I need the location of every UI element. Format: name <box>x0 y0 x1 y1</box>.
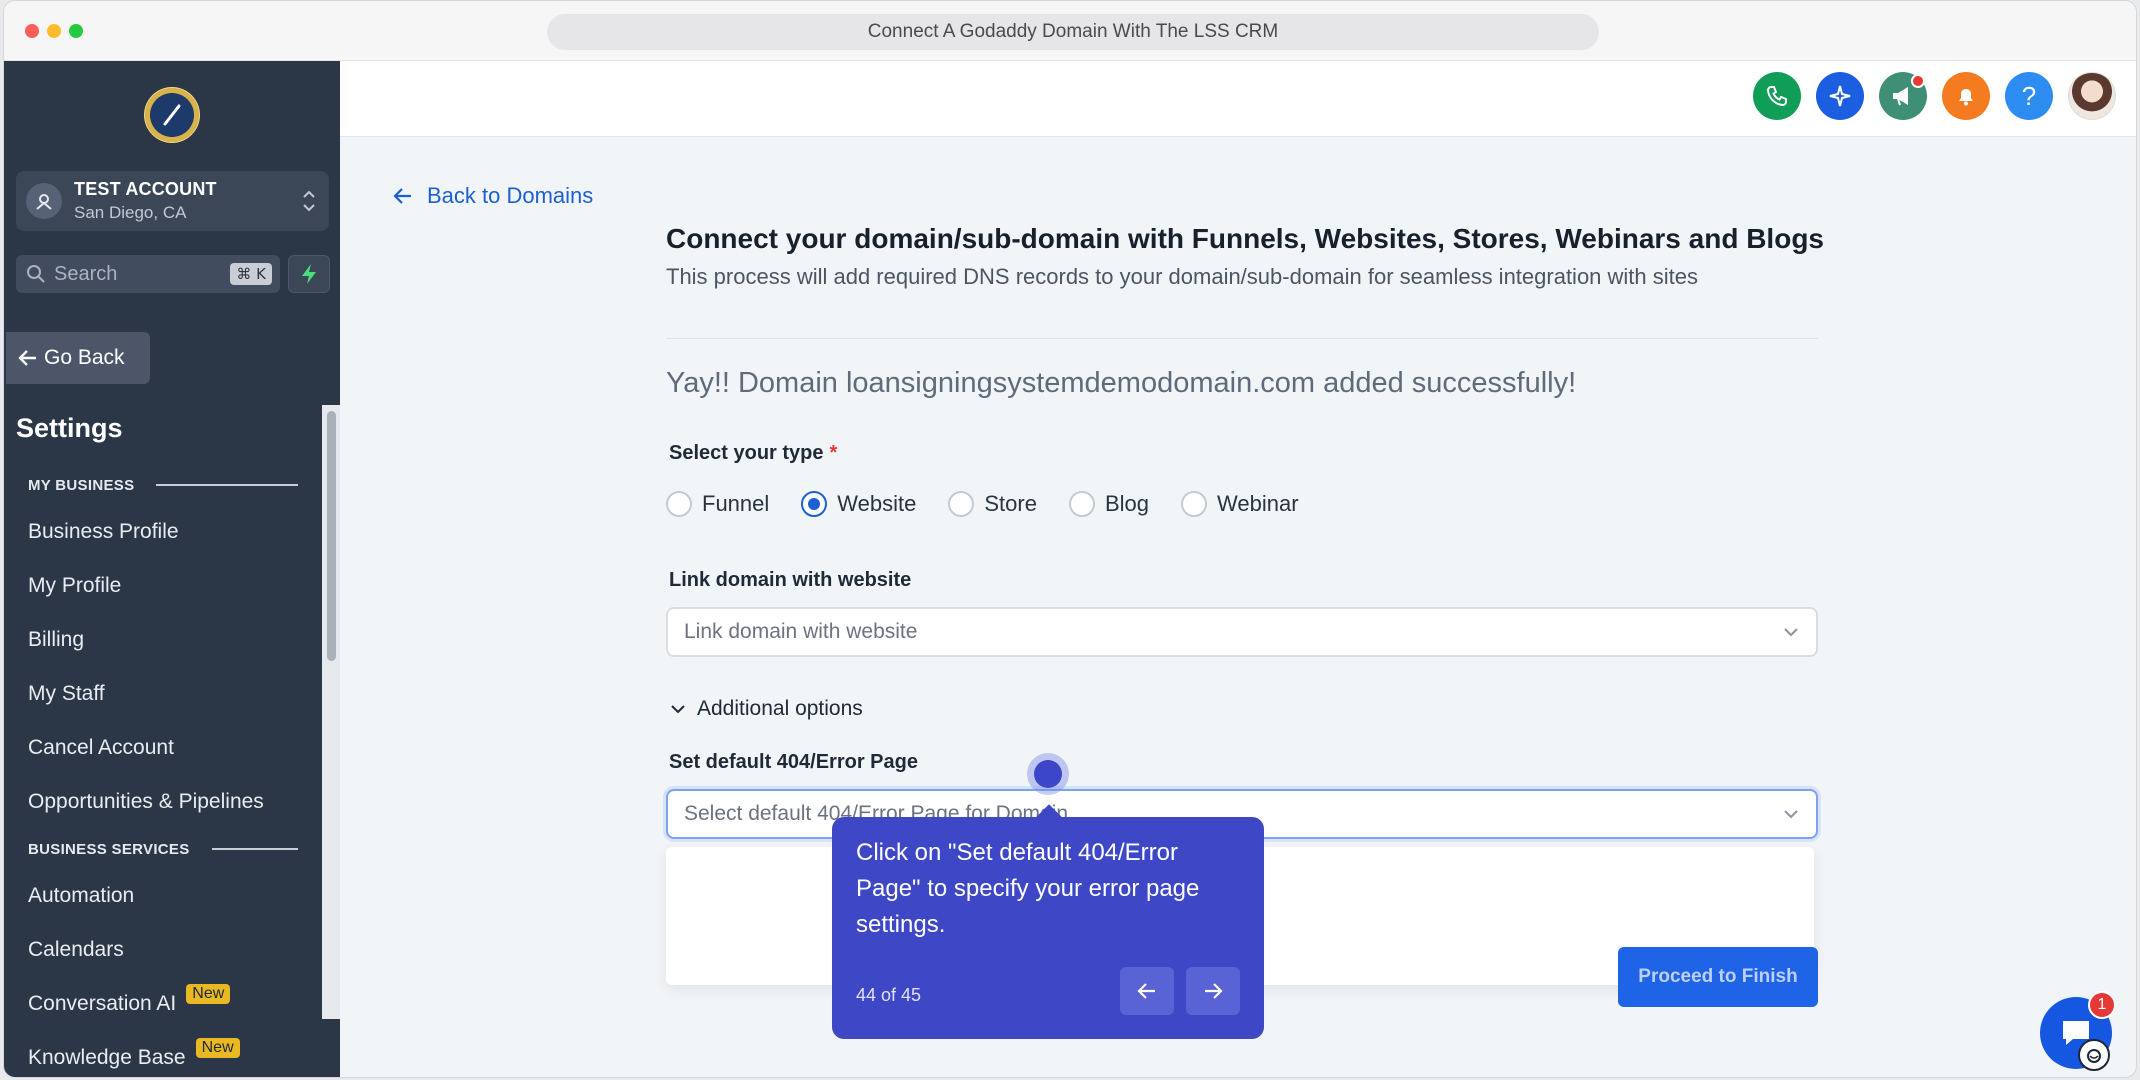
arrow-left-icon <box>393 188 411 204</box>
sidebar-item-cancel-account[interactable]: Cancel Account <box>4 721 322 775</box>
sidebar-item-my-staff[interactable]: My Staff <box>4 667 322 721</box>
radio-blog[interactable]: Blog <box>1068 491 1149 517</box>
radio-webinar[interactable]: Webinar <box>1181 491 1299 517</box>
required-mark: * <box>829 442 838 464</box>
arrow-right-icon <box>1205 983 1223 999</box>
error-page-label: Set default 404/Error Page <box>669 751 918 773</box>
page-title: Connect your domain/sub-domain with Funn… <box>666 223 1824 254</box>
sidebar-item-my-profile[interactable]: My Profile <box>4 559 322 613</box>
additional-options-label: Additional options <box>697 697 863 720</box>
sidebar-item-opportunities-pipelines[interactable]: Opportunities & Pipelines <box>4 775 322 829</box>
section-business-services: BUSINESS SERVICES <box>4 829 322 869</box>
tooltip-prev-button[interactable] <box>1120 967 1174 1015</box>
settings-title: Settings <box>16 413 123 443</box>
radio-circle[interactable] <box>1068 491 1095 517</box>
chevron-down-icon <box>671 705 685 714</box>
arrow-left-icon <box>1137 983 1155 999</box>
lightning-icon <box>302 264 316 284</box>
sidebar-item-conversation-ai[interactable]: Conversation AI New <box>4 977 322 1031</box>
sidebar-search[interactable]: Search ⌘ K <box>16 255 280 293</box>
quick-actions-button[interactable] <box>288 255 330 293</box>
sidebar-item-calendars[interactable]: Calendars <box>4 923 322 977</box>
phone-button[interactable] <box>1753 72 1801 120</box>
location-icon <box>26 183 62 219</box>
search-shortcut: ⌘ K <box>230 263 272 285</box>
sidebar: TEST ACCOUNT San Diego, CA Search ⌘ K Go… <box>4 61 340 1077</box>
address-bar[interactable]: Connect A Godaddy Domain With The LSS CR… <box>547 14 1599 50</box>
page-subtitle: This process will add required DNS recor… <box>666 264 1699 289</box>
tooltip-text: Click on "Set default 404/Error Page" to… <box>856 839 1200 938</box>
link-domain-placeholder: Link domain with website <box>684 620 918 643</box>
title-bar: Connect A Godaddy Domain With The LSS CR… <box>4 1 2136 61</box>
section-my-business: MY BUSINESS <box>4 465 322 505</box>
account-name: TEST ACCOUNT <box>74 179 217 199</box>
maximize-window-button[interactable] <box>69 24 83 38</box>
hotspot-beacon[interactable] <box>1027 753 1069 795</box>
radio-circle[interactable] <box>948 491 975 517</box>
sidebar-item-business-profile[interactable]: Business Profile <box>4 505 322 559</box>
back-to-domains-link[interactable]: Back to Domains <box>393 183 593 209</box>
new-badge: New <box>186 984 231 1004</box>
company-logo[interactable] <box>144 87 200 143</box>
sidebar-item-automation[interactable]: Automation <box>4 869 322 923</box>
top-header: ? <box>340 61 2136 137</box>
pen-icon <box>163 104 181 126</box>
type-label: Select your type * <box>669 442 838 464</box>
account-location: San Diego, CA <box>74 203 187 222</box>
radio-store[interactable]: Store <box>948 491 1037 517</box>
phone-icon <box>1766 86 1787 107</box>
tooltip-step-count: 44 of 45 <box>856 985 922 1005</box>
type-radio-group: Funnel Website Store Blog Webinar <box>666 491 1331 517</box>
back-link-label: Back to Domains <box>427 183 594 208</box>
sidebar-item-label: Conversation AI <box>28 992 177 1015</box>
go-back-button[interactable]: Go Back <box>6 332 150 384</box>
proceed-to-finish-button[interactable]: Proceed to Finish <box>1618 947 1818 1007</box>
announcements-button[interactable] <box>1879 72 1927 120</box>
user-avatar[interactable] <box>2068 72 2116 120</box>
link-domain-select[interactable]: Link domain with website <box>666 607 1818 657</box>
sidebar-scrollbar-thumb[interactable] <box>327 411 336 661</box>
search-icon <box>27 265 45 283</box>
search-placeholder: Search <box>54 262 118 285</box>
account-switcher[interactable]: TEST ACCOUNT San Diego, CA <box>16 171 329 231</box>
link-domain-label: Link domain with website <box>669 569 912 591</box>
bell-icon <box>1959 89 1973 106</box>
sidebar-item-knowledge-base[interactable]: Knowledge Base New <box>4 1031 322 1077</box>
success-message: Yay!! Domain loansigningsystemdemodomain… <box>666 367 1577 399</box>
divider <box>666 338 1818 339</box>
additional-options-toggle[interactable]: Additional options <box>669 697 863 721</box>
go-back-label: Go Back <box>44 346 125 369</box>
chevron-down-icon <box>1784 628 1798 637</box>
close-window-button[interactable] <box>25 24 39 38</box>
chat-unread-badge: 1 <box>2088 991 2116 1019</box>
sidebar-item-label: Knowledge Base <box>28 1046 186 1069</box>
radio-funnel[interactable]: Funnel <box>666 491 769 517</box>
sidebar-item-billing[interactable]: Billing <box>4 613 322 667</box>
radio-website[interactable]: Website <box>801 491 916 517</box>
radio-circle-selected[interactable] <box>801 491 828 517</box>
arrow-left-icon <box>18 350 36 366</box>
settings-menu: MY BUSINESS Business Profile My Profile … <box>4 465 322 1077</box>
tooltip-next-button[interactable] <box>1186 967 1240 1015</box>
chat-agent-icon[interactable] <box>2078 1039 2110 1071</box>
notifications-button[interactable] <box>1942 72 1990 120</box>
help-button[interactable]: ? <box>2005 72 2053 120</box>
radio-circle[interactable] <box>666 491 692 517</box>
new-badge: New <box>195 1038 240 1058</box>
chevron-updown-icon <box>301 188 317 219</box>
radio-circle[interactable] <box>1181 491 1207 517</box>
notification-dot <box>1911 74 1925 88</box>
sparkle-icon <box>1829 85 1851 107</box>
ai-assistant-button[interactable] <box>1816 72 1864 120</box>
minimize-window-button[interactable] <box>47 24 61 38</box>
megaphone-icon <box>1893 87 1908 106</box>
browser-window: Connect A Godaddy Domain With The LSS CR… <box>3 0 2137 1078</box>
chevron-down-icon <box>1784 810 1798 819</box>
guide-tooltip: Click on "Set default 404/Error Page" to… <box>832 817 1264 1039</box>
